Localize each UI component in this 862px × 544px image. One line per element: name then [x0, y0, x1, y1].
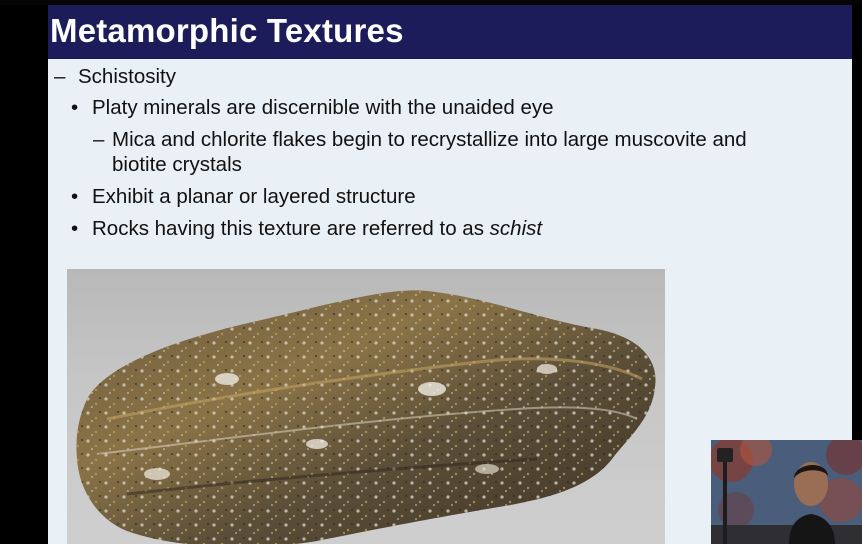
- mica-flake: [475, 464, 499, 474]
- rock-mineral-speckle: [76, 290, 656, 544]
- outline-item-planar-structure: Exhibit a planar or layered structure: [92, 185, 416, 208]
- outline-item-platy-minerals: Platy minerals are discernible with the …: [92, 96, 554, 119]
- mica-flake: [418, 382, 446, 396]
- schist-term: schist: [489, 217, 543, 240]
- bullet-marker: •: [71, 185, 79, 208]
- screen: Metamorphic Textures – Schistosity • Pla…: [0, 0, 862, 544]
- mica-flake: [215, 373, 239, 385]
- mica-flake: [537, 364, 557, 374]
- outline-item-mica-chlorite-cont: biotite crystals: [112, 153, 242, 176]
- lamp: [717, 448, 733, 462]
- outline-item-schist-texture: Rocks having this texture are referred t…: [92, 216, 542, 242]
- mica-flake: [306, 439, 328, 449]
- outline-item-schist-text: Rocks having this texture are referred t…: [92, 217, 490, 240]
- outline-item-mica-chlorite: Mica and chlorite flakes begin to recrys…: [112, 128, 747, 151]
- bullet-marker: •: [71, 217, 79, 240]
- mica-flake: [144, 468, 170, 480]
- dash-marker: –: [54, 65, 66, 88]
- lamp-post: [723, 458, 727, 544]
- webcam-feed: [711, 440, 862, 544]
- title-bar: Metamorphic Textures: [48, 5, 852, 59]
- outline-item-schistosity: Schistosity: [78, 65, 176, 88]
- schist-rock-illustration: [76, 290, 656, 544]
- slide-title: Metamorphic Textures: [50, 12, 404, 49]
- presenter-video: [711, 440, 862, 544]
- dash-marker: –: [93, 128, 105, 151]
- bullet-marker: •: [71, 96, 79, 119]
- schist-rock-image: [67, 269, 665, 544]
